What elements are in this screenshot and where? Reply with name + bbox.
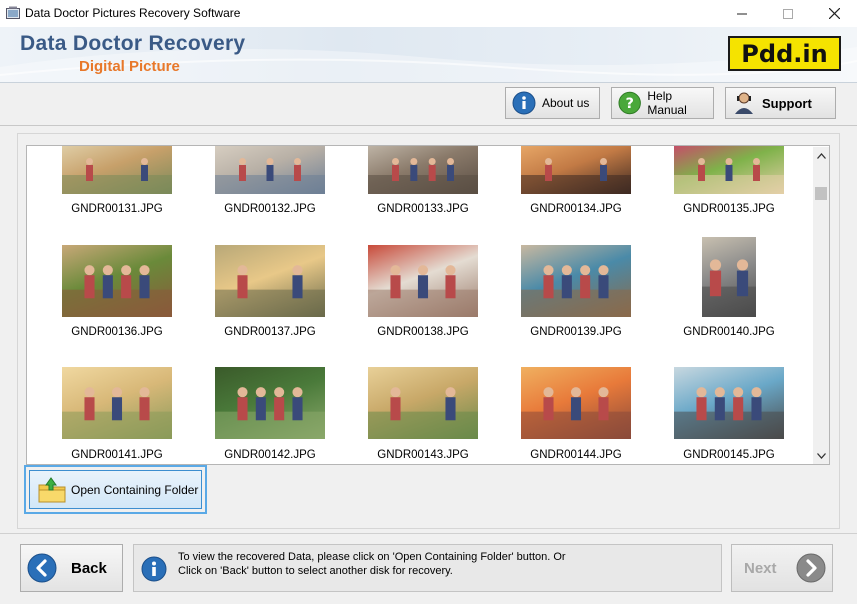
brand-title: Data Doctor Recovery	[20, 32, 246, 55]
open-containing-folder-label: Open Containing Folder	[71, 482, 199, 497]
photo-thumbnail[interactable]	[215, 146, 325, 194]
title-bar: Data Doctor Pictures Recovery Software	[0, 0, 857, 27]
next-label: Next	[744, 559, 777, 577]
chevron-down-icon	[816, 452, 826, 459]
about-us-label: About us	[542, 96, 590, 110]
photo-filename: GNDR00143.JPG	[377, 449, 469, 461]
back-label: Back	[71, 559, 107, 577]
maximize-button[interactable]	[765, 0, 811, 27]
brand-subtitle: Digital Picture	[79, 58, 180, 75]
photo-content	[62, 387, 172, 439]
header-banner: Data Doctor Recovery Digital Picture Pdd…	[0, 27, 857, 83]
support-button[interactable]: Support	[725, 87, 836, 119]
open-containing-folder-frame: Open Containing Folder	[24, 465, 207, 514]
photo-thumbnail[interactable]	[521, 367, 631, 439]
instruction-line-2: Click on 'Back' button to select another…	[178, 565, 453, 577]
support-person-icon	[735, 92, 753, 114]
photo-content	[215, 265, 325, 317]
photo-content	[368, 387, 478, 439]
photo-content	[521, 158, 631, 194]
instruction-line-1: To view the recovered Data, please click…	[178, 551, 566, 563]
scroll-up-button[interactable]	[813, 147, 829, 164]
photo-content	[215, 387, 325, 439]
photo-content	[62, 158, 172, 194]
photo-thumbnail[interactable]	[674, 146, 784, 194]
pdd-logo: Pdd.in	[728, 36, 841, 71]
help-manual-button[interactable]: ? Help Manual	[611, 87, 714, 119]
scroll-down-button[interactable]	[813, 447, 829, 464]
photo-thumbnail[interactable]	[521, 146, 631, 194]
next-button[interactable]: Next	[731, 544, 833, 592]
photo-filename: GNDR00141.JPG	[71, 449, 163, 461]
photo-thumbnail[interactable]	[215, 367, 325, 439]
bottom-separator	[0, 533, 857, 534]
minimize-icon	[737, 13, 747, 14]
back-button[interactable]: Back	[20, 544, 123, 592]
gallery-scrollbar[interactable]	[813, 147, 829, 464]
chevron-up-icon	[816, 152, 826, 159]
photo-filename: GNDR00134.JPG	[530, 203, 622, 215]
photo-filename: GNDR00139.JPG	[530, 326, 622, 338]
photo-thumbnail[interactable]	[368, 146, 478, 194]
next-arrow-icon	[796, 553, 826, 583]
svg-text:?: ?	[625, 95, 633, 112]
photo-content	[702, 259, 756, 317]
photo-thumbnail[interactable]	[62, 245, 172, 317]
photo-content	[215, 158, 325, 194]
photo-thumbnail[interactable]	[215, 245, 325, 317]
info-icon	[141, 556, 167, 582]
photo-thumbnail[interactable]	[521, 245, 631, 317]
photo-filename: GNDR00132.JPG	[224, 203, 316, 215]
close-button[interactable]	[811, 0, 857, 27]
photo-filename: GNDR00145.JPG	[683, 449, 775, 461]
photo-filename: GNDR00136.JPG	[71, 326, 163, 338]
photo-thumbnail[interactable]	[368, 367, 478, 439]
photo-thumbnail[interactable]	[674, 367, 784, 439]
photo-filename: GNDR00140.JPG	[683, 326, 775, 338]
photo-thumbnail[interactable]	[62, 146, 172, 194]
help-manual-label: Help Manual	[647, 89, 687, 117]
photo-filename: GNDR00142.JPG	[224, 449, 316, 461]
photo-content	[521, 265, 631, 317]
photo-content	[368, 265, 478, 317]
support-label: Support	[762, 95, 812, 111]
photo-content	[368, 158, 478, 194]
photo-filename: GNDR00131.JPG	[71, 203, 163, 215]
folder-up-arrow-icon	[38, 476, 66, 502]
photo-filename: GNDR00144.JPG	[530, 449, 622, 461]
close-icon	[828, 8, 840, 19]
photo-filename: GNDR00133.JPG	[377, 203, 469, 215]
photo-content	[674, 158, 784, 194]
back-arrow-icon	[27, 553, 57, 583]
photo-content	[62, 265, 172, 317]
photo-content	[674, 387, 784, 439]
app-icon	[6, 6, 20, 19]
scroll-thumb[interactable]	[815, 187, 827, 200]
window-title: Data Doctor Pictures Recovery Software	[25, 6, 241, 20]
open-containing-folder-button[interactable]: Open Containing Folder	[29, 470, 202, 509]
photo-filename: GNDR00138.JPG	[377, 326, 469, 338]
photo-filename: GNDR00135.JPG	[683, 203, 775, 215]
recovered-pictures-gallery[interactable]: GNDR00131.JPG GNDR00132.JPG GNDR00133.JPG G…	[26, 145, 830, 465]
photo-thumbnail[interactable]	[702, 237, 756, 317]
toolbar-separator	[0, 125, 857, 126]
minimize-button[interactable]	[719, 0, 765, 27]
about-us-button[interactable]: About us	[505, 87, 600, 119]
info-icon	[512, 91, 536, 115]
help-icon: ?	[618, 91, 641, 115]
instruction-box: To view the recovered Data, please click…	[133, 544, 722, 592]
maximize-icon	[783, 8, 793, 19]
photo-filename: GNDR00137.JPG	[224, 326, 316, 338]
photo-content	[521, 387, 631, 439]
photo-thumbnail[interactable]	[368, 245, 478, 317]
photo-thumbnail[interactable]	[62, 367, 172, 439]
